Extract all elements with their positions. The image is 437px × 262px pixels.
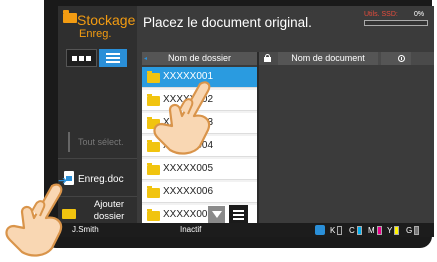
toner-indicator: Y (387, 225, 400, 235)
toner-level-box (337, 225, 343, 235)
app-subtitle: Enreg. (79, 28, 112, 40)
ssd-usage-value: 0% (414, 11, 425, 18)
document-name-column-header[interactable]: Nom de document (278, 52, 378, 65)
toner-letter: Y (387, 225, 393, 235)
grid-view-button[interactable] (66, 49, 97, 67)
folder-name: XXXXX006 (163, 186, 214, 197)
hand-pointer-icon (153, 81, 211, 155)
ssd-usage-bar (364, 20, 428, 26)
toner-level-box (356, 225, 362, 235)
instruction-message: Placez le document original. (143, 15, 312, 30)
folder-row[interactable]: XXXXX006 (142, 182, 257, 203)
select-all-button[interactable]: Tout sélect. (68, 132, 136, 152)
lock-icon[interactable] (264, 54, 271, 62)
toner-indicator: K (330, 225, 343, 235)
status-bar: J.Smith Inactif K C M Y G (58, 223, 434, 237)
toner-level-box (394, 225, 400, 235)
toner-letter: G (406, 225, 413, 235)
list-icon (105, 53, 120, 63)
toner-level-box (376, 225, 382, 235)
app-title: Stockage (77, 12, 136, 28)
toner-indicator: G (406, 225, 420, 235)
list-view-button[interactable] (98, 49, 127, 67)
grid-icon (71, 55, 91, 61)
clock-icon (398, 55, 405, 62)
add-folder-label-2: dossier (93, 211, 125, 222)
view-toggle (66, 49, 127, 67)
menu-button[interactable] (229, 205, 248, 224)
scroll-down-button[interactable] (208, 206, 225, 223)
ssd-usage-label: Utils. SSD: (364, 11, 398, 18)
folder-name: XXXXX005 (163, 163, 214, 174)
touch-screen: Stockage Enreg. Tout sélect. ➔ Enreg.doc… (58, 6, 434, 235)
folder-row[interactable]: XXXXX005 (142, 159, 257, 180)
document-list (259, 67, 434, 235)
toner-level-box (414, 225, 420, 235)
folder-icon (147, 209, 160, 221)
toner-letter: K (330, 225, 336, 235)
machine-state: Inactif (180, 225, 202, 234)
add-folder-label-1: Ajouter (93, 199, 125, 210)
store-document-label: Enreg.doc (78, 173, 124, 185)
toner-letter: C (349, 225, 355, 235)
toner-indicator: M (368, 225, 382, 235)
folder-icon (63, 10, 77, 23)
hand-pointer-icon (5, 183, 63, 257)
folder-name: XXXXX007 (163, 209, 214, 220)
user-name: J.Smith (72, 225, 99, 234)
folder-name-column-header[interactable]: Nom de dossier (142, 52, 257, 65)
toner-letter: M (368, 225, 375, 235)
toner-indicator: C (349, 225, 362, 235)
sort-icon: ◂ (144, 56, 148, 62)
divider (58, 158, 137, 159)
folder-icon (147, 186, 160, 198)
folder-icon (147, 163, 160, 175)
time-column-header[interactable] (381, 52, 411, 65)
network-icon (315, 225, 325, 235)
